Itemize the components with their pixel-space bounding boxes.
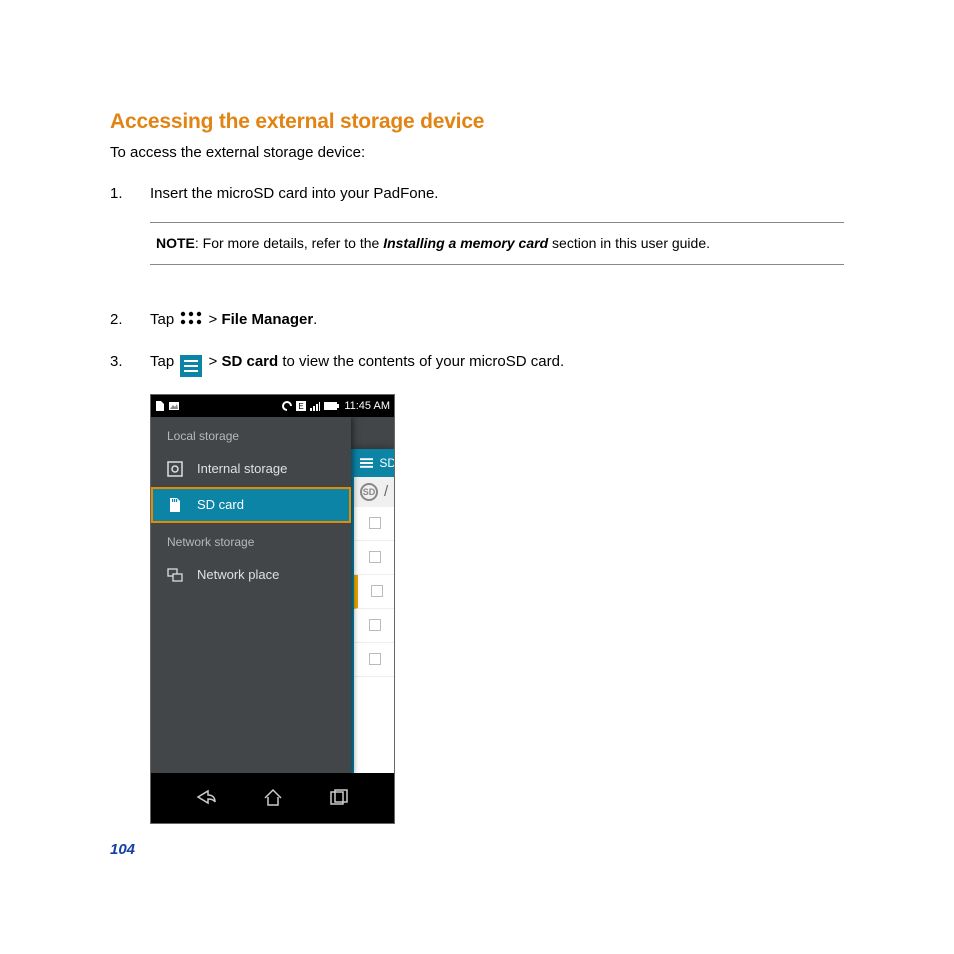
checkbox[interactable] bbox=[369, 551, 381, 563]
list-row[interactable] bbox=[354, 609, 395, 643]
drawer-item-sd-card[interactable]: SD card bbox=[151, 487, 351, 523]
e-badge-icon: E bbox=[296, 401, 306, 411]
step-1-text: Insert the microSD card into your PadFon… bbox=[150, 185, 438, 202]
sync-icon bbox=[282, 401, 292, 411]
drawer-item-label: Internal storage bbox=[197, 461, 287, 476]
checkbox[interactable] bbox=[369, 653, 381, 665]
home-icon[interactable] bbox=[261, 786, 285, 810]
drawer-item-internal-storage[interactable]: Internal storage bbox=[151, 451, 351, 487]
step-3: 3. Tap > SD card to view the contents of… bbox=[110, 351, 844, 374]
section-heading: Accessing the external storage device bbox=[110, 110, 844, 134]
network-place-icon bbox=[167, 567, 183, 583]
list-row[interactable] bbox=[354, 575, 395, 609]
step-2d: . bbox=[313, 311, 317, 328]
step-number: 3. bbox=[110, 351, 124, 374]
recent-icon[interactable] bbox=[327, 786, 351, 810]
note-label: NOTE bbox=[156, 235, 195, 251]
step-2c: File Manager bbox=[221, 311, 313, 328]
sd-crumb-icon: SD bbox=[360, 483, 378, 501]
note-em: Installing a memory card bbox=[383, 235, 548, 251]
intro-text: To access the external storage device: bbox=[110, 144, 844, 161]
drawer-section-local: Local storage bbox=[151, 417, 351, 451]
page-number: 104 bbox=[110, 841, 135, 858]
list-row[interactable] bbox=[354, 541, 395, 575]
apps-grid-icon bbox=[180, 311, 202, 325]
step-3b: > bbox=[209, 353, 222, 370]
image-icon bbox=[169, 401, 179, 411]
drawer-section-network: Network storage bbox=[151, 523, 351, 557]
step-number: 1. bbox=[110, 183, 124, 206]
step-2b: > bbox=[209, 311, 222, 328]
sd-card-icon bbox=[167, 497, 183, 513]
status-bar: E 11:45 AM bbox=[151, 395, 394, 417]
drawer-item-label: Network place bbox=[197, 567, 279, 582]
svg-text:E: E bbox=[299, 402, 304, 411]
step-3d: to view the contents of your microSD car… bbox=[278, 353, 564, 370]
hamburger-icon bbox=[180, 355, 202, 377]
crumb-root: / bbox=[384, 483, 388, 500]
drawer-item-network-place[interactable]: Network place bbox=[151, 557, 351, 593]
note-tail: section in this user guide. bbox=[548, 235, 710, 251]
list-row[interactable] bbox=[354, 507, 395, 541]
hamburger-icon bbox=[360, 458, 373, 468]
step-2a: Tap bbox=[150, 311, 178, 328]
breadcrumb[interactable]: SD / bbox=[354, 477, 395, 507]
step-3c: SD card bbox=[221, 353, 278, 370]
signal-icon bbox=[310, 401, 320, 411]
phone-screenshot: E 11:45 AM SD SD / bbox=[150, 394, 395, 824]
checkbox[interactable] bbox=[371, 585, 383, 597]
note-sep: : For more details, refer to the bbox=[195, 235, 383, 251]
list-row[interactable] bbox=[354, 643, 395, 677]
step-1: 1. Insert the microSD card into your Pad… bbox=[110, 183, 844, 289]
panel-title: SD bbox=[379, 456, 395, 470]
step-3a: Tap bbox=[150, 353, 178, 370]
file-list-panel: SD SD / bbox=[351, 449, 395, 775]
back-icon[interactable] bbox=[194, 786, 218, 810]
doc-icon bbox=[155, 401, 165, 411]
battery-icon bbox=[324, 401, 340, 411]
internal-storage-icon bbox=[167, 461, 183, 477]
drawer-item-label: SD card bbox=[197, 497, 244, 512]
nav-bar bbox=[151, 773, 394, 823]
nav-drawer: Local storage Internal storage SD card N… bbox=[151, 417, 351, 775]
step-number: 2. bbox=[110, 309, 124, 332]
step-2: 2. Tap > File Manager. bbox=[110, 309, 844, 332]
panel-header[interactable]: SD bbox=[354, 449, 395, 477]
note-box: NOTE: For more details, refer to the Ins… bbox=[150, 222, 844, 265]
checkbox[interactable] bbox=[369, 619, 381, 631]
status-time: 11:45 AM bbox=[344, 400, 390, 412]
checkbox[interactable] bbox=[369, 517, 381, 529]
